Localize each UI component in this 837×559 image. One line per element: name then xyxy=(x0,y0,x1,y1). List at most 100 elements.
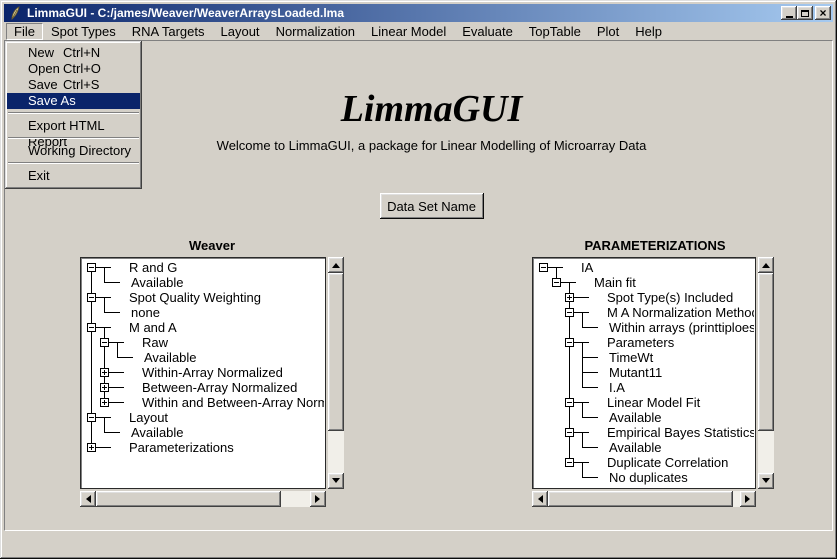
menu-item-rna-targets[interactable]: RNA Targets xyxy=(124,23,213,40)
vertical-scrollbar[interactable] xyxy=(328,257,344,489)
menu-item-label: Save As xyxy=(28,93,76,109)
scroll-up-button[interactable] xyxy=(328,257,344,273)
scroll-down-icon xyxy=(762,478,770,487)
tree-node-label[interactable]: Empirical Bayes Statistics xyxy=(607,425,754,440)
file-menu-item-working-directory[interactable]: Working Directory xyxy=(7,143,140,159)
file-menu-item-save[interactable]: SaveCtrl+S xyxy=(7,77,140,93)
menu-item-file[interactable]: File xyxy=(6,23,43,40)
tree-node-label[interactable]: Within-Array Normalized xyxy=(142,365,283,380)
vertical-scrollbar-thumb[interactable] xyxy=(328,273,344,431)
collapse-minus-icon[interactable] xyxy=(87,293,96,302)
tree-node-label[interactable]: none xyxy=(131,305,160,320)
tree-node-label[interactable]: Available xyxy=(609,410,662,425)
horizontal-scrollbar-thumb[interactable] xyxy=(96,491,281,507)
scroll-left-icon xyxy=(534,495,543,503)
tree-node-label[interactable]: Spot Quality Weighting xyxy=(129,290,261,305)
tree-node-label[interactable]: M and A xyxy=(129,320,177,335)
menu-item-normalization[interactable]: Normalization xyxy=(268,23,363,40)
collapse-minus-icon[interactable] xyxy=(565,428,574,437)
data-set-name-button[interactable]: Data Set Name xyxy=(380,193,484,219)
file-menu-item-export-html-report[interactable]: Export HTML Report xyxy=(7,118,140,134)
collapse-minus-icon[interactable] xyxy=(565,308,574,317)
collapse-minus-icon[interactable] xyxy=(87,413,96,422)
collapse-minus-icon[interactable] xyxy=(87,323,96,332)
menu-item-evaluate[interactable]: Evaluate xyxy=(454,23,521,40)
file-menu-item-new[interactable]: NewCtrl+N xyxy=(7,45,140,61)
scroll-left-button[interactable] xyxy=(532,491,548,507)
scroll-right-icon xyxy=(315,495,324,503)
tree-node-label[interactable]: Parameters xyxy=(607,335,674,350)
tree-node-label[interactable]: I.A xyxy=(609,380,625,395)
parameterizations-tree-title: PARAMETERIZATIONS xyxy=(532,238,778,253)
tree-node-label[interactable]: Parameterizations xyxy=(129,440,234,455)
tree-node-label[interactable]: Available xyxy=(131,275,184,290)
tree-node-label[interactable]: No duplicates xyxy=(609,470,688,485)
tree-node-label[interactable]: Raw xyxy=(142,335,168,350)
scroll-left-icon xyxy=(82,495,91,503)
menu-item-label: Save xyxy=(28,77,58,93)
menu-separator xyxy=(7,159,140,168)
minimize-button[interactable] xyxy=(781,6,797,20)
horizontal-scrollbar[interactable] xyxy=(80,491,326,507)
menu-separator xyxy=(7,109,140,118)
title-bar[interactable]: LimmaGUI - C:/james/Weaver/WeaverArraysL… xyxy=(4,4,833,22)
tree-node-label[interactable]: M A Normalization Method xyxy=(607,305,754,320)
tree-node-label[interactable]: Within and Between-Array Norm xyxy=(142,395,324,410)
expand-plus-icon[interactable] xyxy=(87,443,96,452)
collapse-minus-icon[interactable] xyxy=(565,338,574,347)
tree-canvas: IAMain fitSpot Type(s) IncludedM A Norma… xyxy=(532,257,756,489)
maximize-button[interactable] xyxy=(797,6,813,20)
menu-item-layout[interactable]: Layout xyxy=(213,23,268,40)
file-menu-item-exit[interactable]: Exit xyxy=(7,168,140,184)
app-window: LimmaGUI - C:/james/Weaver/WeaverArraysL… xyxy=(0,0,837,559)
menu-item-accelerator: Ctrl+O xyxy=(63,61,101,77)
scroll-down-button[interactable] xyxy=(758,473,774,489)
collapse-minus-icon[interactable] xyxy=(539,263,548,272)
expand-plus-icon[interactable] xyxy=(100,368,109,377)
scroll-right-button[interactable] xyxy=(310,491,326,507)
expand-plus-icon[interactable] xyxy=(565,293,574,302)
tree-node-label[interactable]: Spot Type(s) Included xyxy=(607,290,733,305)
collapse-minus-icon[interactable] xyxy=(565,398,574,407)
feather-icon xyxy=(8,6,22,20)
menu-item-linear-model[interactable]: Linear Model xyxy=(363,23,454,40)
weaver-tree-title: Weaver xyxy=(79,238,345,253)
horizontal-scrollbar[interactable] xyxy=(532,491,756,507)
tree-node-label[interactable]: Available xyxy=(609,440,662,455)
tree-node-label[interactable]: Linear Model Fit xyxy=(607,395,700,410)
file-menu-item-open[interactable]: OpenCtrl+O xyxy=(7,61,140,77)
vertical-scrollbar[interactable] xyxy=(758,257,774,489)
tree-node-label[interactable]: Main fit xyxy=(594,275,636,290)
horizontal-scrollbar-thumb[interactable] xyxy=(548,491,733,507)
expand-plus-icon[interactable] xyxy=(100,383,109,392)
menu-item-toptable[interactable]: TopTable xyxy=(521,23,589,40)
scroll-up-button[interactable] xyxy=(758,257,774,273)
tree-node-label[interactable]: R and G xyxy=(129,260,177,275)
scroll-down-button[interactable] xyxy=(328,473,344,489)
app-title: LimmaGUI xyxy=(31,87,832,131)
collapse-minus-icon[interactable] xyxy=(552,278,561,287)
scroll-left-button[interactable] xyxy=(80,491,96,507)
collapse-minus-icon[interactable] xyxy=(100,338,109,347)
tree-node-label[interactable]: TimeWt xyxy=(609,350,653,365)
tree-node-label[interactable]: Duplicate Correlation xyxy=(607,455,728,470)
collapse-minus-icon[interactable] xyxy=(87,263,96,272)
tree-node-label[interactable]: Available xyxy=(131,425,184,440)
collapse-minus-icon[interactable] xyxy=(565,458,574,467)
scroll-right-button[interactable] xyxy=(740,491,756,507)
tree-node-label[interactable]: Layout xyxy=(129,410,168,425)
tree-node-label[interactable]: IA xyxy=(581,260,593,275)
menu-item-plot[interactable]: Plot xyxy=(589,23,627,40)
tree-node-label[interactable]: Between-Array Normalized xyxy=(142,380,297,395)
vertical-scrollbar-thumb[interactable] xyxy=(758,273,774,431)
scroll-up-icon xyxy=(332,259,340,268)
tree-node-label[interactable]: Mutant11 xyxy=(609,365,662,380)
minimize-icon xyxy=(786,16,793,18)
close-button[interactable]: × xyxy=(815,6,831,20)
file-menu-item-save-as[interactable]: Save As xyxy=(7,93,140,109)
menu-item-spot-types[interactable]: Spot Types xyxy=(43,23,124,40)
tree-node-label[interactable]: Available xyxy=(144,350,197,365)
tree-node-label[interactable]: Within arrays (printtiploess) o xyxy=(609,320,754,335)
menu-item-help[interactable]: Help xyxy=(627,23,670,40)
expand-plus-icon[interactable] xyxy=(100,398,109,407)
